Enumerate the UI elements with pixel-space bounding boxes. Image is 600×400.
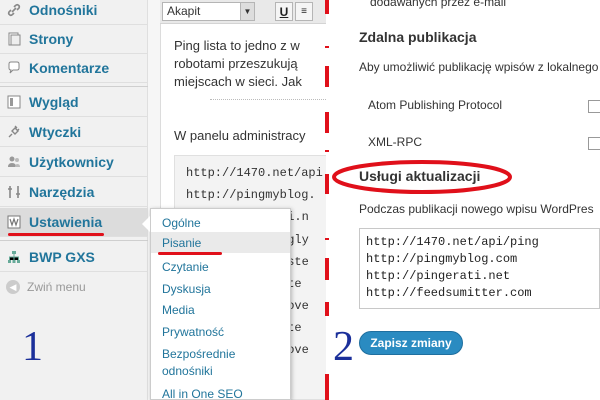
update-services-description: Podczas publikacji nowego wpisu WordPres <box>359 202 594 216</box>
atom-label: Atom Publishing Protocol <box>368 98 503 112</box>
sidebar-item-label: Wtyczki <box>29 124 82 140</box>
divider-dash <box>325 112 329 133</box>
divider-dash <box>325 302 329 316</box>
sidebar-item-plugins[interactable]: Wtyczki <box>0 118 148 147</box>
atom-checkbox[interactable] <box>588 100 600 113</box>
sitemap-icon <box>6 249 22 265</box>
remote-publishing-heading: Zdalna publikacja <box>359 29 477 45</box>
highlight-underline-writing <box>158 252 222 255</box>
pages-icon <box>6 31 22 47</box>
submenu-item-permalinks[interactable]: Bezpośrednie <box>162 347 235 362</box>
ping-url-line: http://1470.net/api/ping <box>366 235 539 249</box>
divider-dash <box>325 238 329 240</box>
comments-icon <box>6 60 22 76</box>
editor-paragraph-line: miejscach w sieci. Jak <box>174 74 302 89</box>
submenu-item-reading[interactable]: Czytanie <box>162 260 209 275</box>
sidebar-item-label: Komentarze <box>29 60 110 76</box>
sidebar-item-label: BWP GXS <box>29 249 95 265</box>
collapse-menu-button[interactable]: ◀ Zwiń menu <box>6 280 86 294</box>
divider-dash <box>325 0 329 14</box>
sidebar-separator <box>0 240 148 241</box>
xmlrpc-checkbox[interactable] <box>588 137 600 150</box>
submenu-item-discussion[interactable]: Dyskusja <box>162 282 211 297</box>
editor-paragraph-line: robotami przeszukują <box>174 56 298 71</box>
sidebar-item-pages[interactable]: Strony <box>0 25 148 54</box>
step-number-2: 2 <box>333 324 354 370</box>
list-icon: ≡ <box>301 6 307 17</box>
editor-paragraph-line: W panelu administracy <box>174 128 306 143</box>
submenu-item-general[interactable]: Ogólne <box>162 216 201 231</box>
submenu-item-all-in-one-seo[interactable]: All in One SEO <box>162 387 243 400</box>
ping-url-line: http://feedsumitter.com <box>366 286 532 300</box>
editor-divider <box>210 99 326 100</box>
sidebar-item-label: Odnośniki <box>29 2 98 18</box>
format-select-value: Akapit <box>167 4 201 18</box>
sidebar-item-label: Ustawienia <box>29 214 103 230</box>
divider-dash <box>325 150 329 152</box>
plugins-icon <box>6 124 22 140</box>
sidebar-item-label: Strony <box>29 31 74 47</box>
sidebar-item-label: Narzędzia <box>29 184 95 200</box>
collapse-menu-label: Zwiń menu <box>27 280 86 294</box>
list-button[interactable]: ≡ <box>295 2 313 21</box>
users-icon <box>6 154 22 170</box>
divider-dash <box>325 374 329 400</box>
editor-code-line: http://pingmyblog. <box>186 188 316 202</box>
remote-publishing-description: Aby umożliwić publikację wpisów z lokaln… <box>359 60 599 74</box>
link-icon <box>6 2 22 18</box>
underline-button[interactable]: U <box>275 2 293 21</box>
highlight-ellipse <box>332 160 512 194</box>
format-select[interactable]: Akapit ▼ <box>162 2 255 21</box>
submenu-item-media[interactable]: Media <box>162 303 195 318</box>
submenu-pointer <box>142 216 150 232</box>
ping-url-line: http://pingerati.net <box>366 269 511 283</box>
step-number-1: 1 <box>22 324 43 370</box>
sidebar-item-tools[interactable]: Narzędzia <box>0 178 148 207</box>
highlight-underline-settings <box>8 233 104 236</box>
sidebar-item-bwp-gxs[interactable]: BWP GXS <box>0 243 148 272</box>
sidebar-item-label: Użytkownicy <box>29 154 114 170</box>
sidebar-item-label: Wygląd <box>29 94 79 110</box>
editor-paragraph-line: Ping lista to jedno z w <box>174 38 300 53</box>
appearance-icon <box>6 94 22 110</box>
submenu-item-writing[interactable]: Pisanie <box>162 236 201 251</box>
divider-dash <box>325 174 329 194</box>
sidebar-separator <box>0 86 148 87</box>
ping-url-line: http://pingmyblog.com <box>366 252 518 266</box>
submenu-item-privacy[interactable]: Prywatność <box>162 325 224 340</box>
email-post-text: dodawanych przez e-mail <box>370 0 507 9</box>
divider-dash <box>325 46 329 48</box>
save-changes-button[interactable]: Zapisz zmiany <box>359 331 463 355</box>
submenu-item-permalinks-line2[interactable]: odnośniki <box>162 364 213 379</box>
collapse-arrow-icon: ◀ <box>6 280 20 294</box>
xmlrpc-label: XML-RPC <box>368 135 423 149</box>
divider-dash <box>325 66 329 87</box>
sidebar-item-users[interactable]: Użytkownicy <box>0 148 148 177</box>
divider-dash <box>325 258 329 280</box>
settings-icon <box>6 214 22 230</box>
chevron-down-icon: ▼ <box>240 3 254 20</box>
sidebar-item-appearance[interactable]: Wygląd <box>0 88 148 117</box>
tools-icon <box>6 184 22 200</box>
sidebar-item-links[interactable]: Odnośniki <box>0 0 148 25</box>
sidebar-item-comments[interactable]: Komentarze <box>0 54 148 83</box>
editor-code-line: http://1470.net/api <box>186 166 323 180</box>
